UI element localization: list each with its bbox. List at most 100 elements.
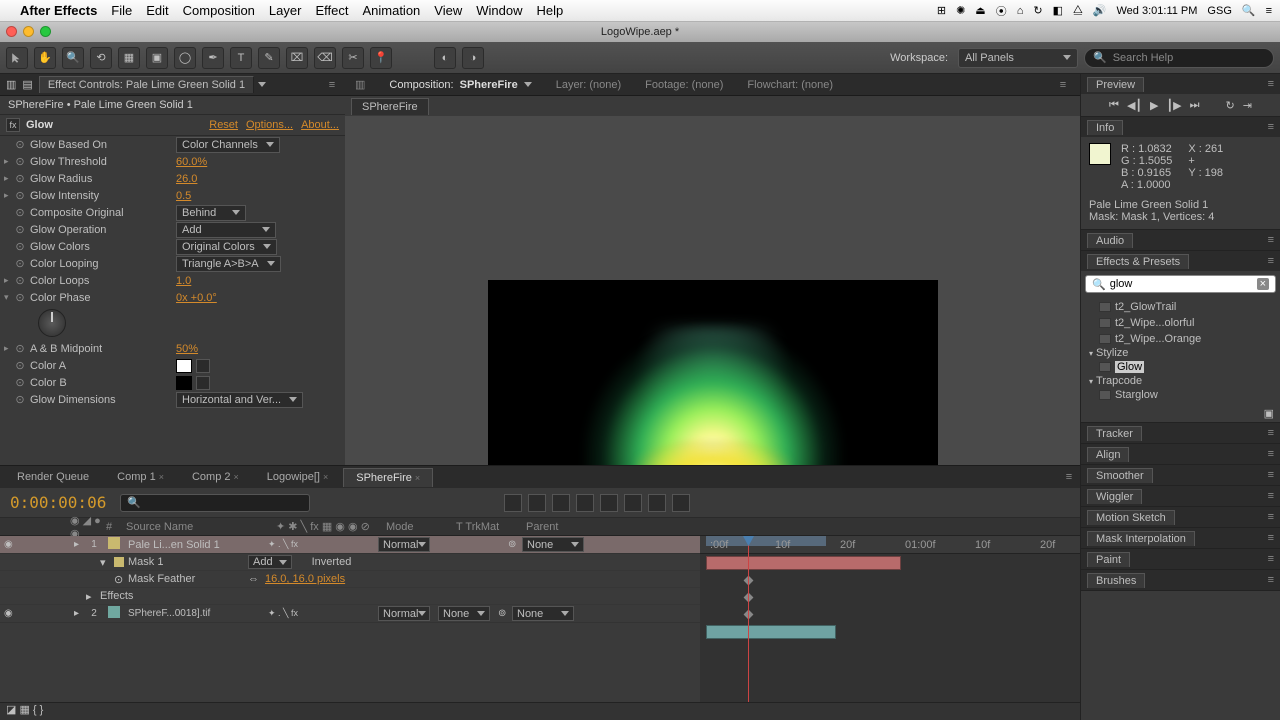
new-bin-icon[interactable]: ▣: [1264, 408, 1274, 420]
col-mode[interactable]: Mode: [386, 521, 456, 533]
ab-midpoint-value[interactable]: 50%: [176, 343, 198, 355]
layer-row[interactable]: ◉ ▸ 1 Pale Li...en Solid 1 ✦ . ╲ fx Norm…: [0, 536, 700, 554]
col-source[interactable]: Source Name: [126, 521, 276, 533]
timeline-button[interactable]: [600, 494, 618, 512]
effects-presets-tab[interactable]: Effects & Presets: [1087, 254, 1189, 269]
menubar-extra-icon[interactable]: ⌂: [1017, 5, 1024, 17]
panel-menu-icon[interactable]: ≡: [1268, 78, 1274, 90]
effect-item[interactable]: Glow: [1085, 359, 1276, 375]
menubar-extra-icon[interactable]: ⏏: [975, 4, 985, 17]
reset-link[interactable]: Reset: [209, 119, 238, 131]
chevron-down-icon[interactable]: [258, 82, 266, 87]
toolbar-toggle[interactable]: ◐: [434, 47, 456, 69]
project-icon[interactable]: ▥: [6, 78, 16, 91]
trkmat-dropdown[interactable]: None: [438, 606, 490, 621]
tab-spherefire[interactable]: SPhereFire×: [343, 468, 433, 487]
pan-behind-tool[interactable]: ▣: [146, 47, 168, 69]
menu-composition[interactable]: Composition: [183, 3, 255, 18]
motion-sketch-panel-tab[interactable]: Motion Sketch: [1087, 510, 1175, 525]
glow-radius-value[interactable]: 26.0: [176, 173, 197, 185]
brush-tool[interactable]: ✎: [258, 47, 280, 69]
effect-name[interactable]: Glow: [26, 119, 201, 131]
effect-category[interactable]: ▾Stylize: [1085, 347, 1276, 359]
shape-tool[interactable]: ◯: [174, 47, 196, 69]
menubar-list-icon[interactable]: ≡: [1266, 5, 1272, 17]
wiggler-panel-tab[interactable]: Wiggler: [1087, 489, 1142, 504]
type-tool[interactable]: T: [230, 47, 252, 69]
footage-tab[interactable]: Footage: (none): [645, 79, 723, 91]
phase-dial[interactable]: [38, 309, 66, 337]
prev-frame-button[interactable]: ◀┃: [1127, 99, 1142, 112]
menubar-user[interactable]: GSG: [1207, 5, 1231, 17]
next-frame-button[interactable]: ┃▶: [1167, 99, 1182, 112]
layer-name[interactable]: Pale Li...en Solid 1: [128, 539, 220, 551]
layer-color-swatch[interactable]: [108, 537, 120, 549]
panel-menu-icon[interactable]: ≡: [325, 79, 339, 91]
timeline-button[interactable]: [624, 494, 642, 512]
parent-dropdown[interactable]: None: [522, 537, 584, 552]
comp-icon[interactable]: ▥: [355, 78, 365, 91]
color-loops-value[interactable]: 1.0: [176, 275, 191, 287]
color-phase-value[interactable]: 0x +0.0°: [176, 292, 217, 304]
minimize-window-button[interactable]: [23, 26, 34, 37]
timeline-search[interactable]: 🔍: [120, 494, 310, 512]
zoom-tool[interactable]: 🔍: [62, 47, 84, 69]
layer-name[interactable]: SPhereF...0018].tif: [124, 608, 264, 619]
toolbar-toggle[interactable]: ◑: [462, 47, 484, 69]
layer-bar[interactable]: [706, 625, 836, 639]
menu-effect[interactable]: Effect: [315, 3, 348, 18]
timeline-button[interactable]: [552, 494, 570, 512]
color-a-swatch[interactable]: [176, 359, 192, 373]
paint-panel-tab[interactable]: Paint: [1087, 552, 1130, 567]
glow-colors-dropdown[interactable]: Original Colors: [176, 239, 277, 255]
glow-intensity-value[interactable]: 0.5: [176, 190, 191, 202]
about-link[interactable]: About...: [301, 119, 339, 131]
timeline-button[interactable]: [648, 494, 666, 512]
zoom-window-button[interactable]: [40, 26, 51, 37]
tab-comp1[interactable]: Comp 1×: [104, 467, 177, 487]
menubar-wifi-icon[interactable]: ⧋: [1073, 4, 1083, 17]
preset-item[interactable]: t2_GlowTrail: [1085, 299, 1276, 315]
blend-mode-dropdown[interactable]: Normal: [378, 537, 430, 552]
comp-icon[interactable]: ▤: [22, 78, 32, 91]
roto-tool[interactable]: ✂: [342, 47, 364, 69]
menu-edit[interactable]: Edit: [146, 3, 168, 18]
blend-mode-dropdown[interactable]: Normal: [378, 606, 430, 621]
eraser-tool[interactable]: ⌫: [314, 47, 336, 69]
col-parent[interactable]: Parent: [526, 521, 606, 533]
first-frame-button[interactable]: ⏮: [1109, 99, 1119, 112]
panel-menu-icon[interactable]: ≡: [1268, 255, 1274, 267]
tab-logowipe[interactable]: Logowipe[]×: [254, 467, 341, 487]
fx-toggle[interactable]: fx: [6, 118, 20, 132]
layer-row[interactable]: ◉ ▸ 2 SPhereF...0018].tif ✦ . ╲ fx Norma…: [0, 605, 700, 623]
effects-row[interactable]: ▸Effects: [0, 588, 700, 605]
workspace-dropdown[interactable]: All Panels: [958, 48, 1078, 68]
clear-search-icon[interactable]: ×: [1257, 278, 1269, 290]
menu-window[interactable]: Window: [476, 3, 522, 18]
last-frame-button[interactable]: ⏭: [1190, 99, 1200, 112]
selection-tool[interactable]: [6, 47, 28, 69]
smoother-panel-tab[interactable]: Smoother: [1087, 468, 1153, 483]
mask-mode-dropdown[interactable]: Add: [248, 555, 292, 569]
parent-dropdown[interactable]: None: [512, 606, 574, 621]
play-button[interactable]: ▶: [1150, 99, 1158, 112]
options-link[interactable]: Options...: [246, 119, 293, 131]
eyedropper-icon[interactable]: [196, 376, 210, 390]
glow-operation-dropdown[interactable]: Add: [176, 222, 276, 238]
camera-tool[interactable]: ▦: [118, 47, 140, 69]
panel-menu-icon[interactable]: ≡: [1268, 121, 1274, 133]
mask-row[interactable]: ▾ Mask 1 Add Inverted: [0, 554, 700, 571]
effect-item[interactable]: Starglow: [1085, 387, 1276, 403]
eyedropper-icon[interactable]: [196, 359, 210, 373]
menubar-extra-icon[interactable]: ◧: [1053, 4, 1063, 17]
hand-tool[interactable]: ✋: [34, 47, 56, 69]
toggle-switches-icon[interactable]: ◪ ▦ { }: [0, 702, 49, 718]
col-trkmat[interactable]: T TrkMat: [456, 521, 526, 533]
menu-help[interactable]: Help: [536, 3, 563, 18]
ram-preview-button[interactable]: ⇥: [1243, 99, 1252, 112]
clone-tool[interactable]: ⌧: [286, 47, 308, 69]
help-search-input[interactable]: 🔍 Search Help: [1084, 48, 1274, 68]
puppet-tool[interactable]: 📍: [370, 47, 392, 69]
menubar-volume-icon[interactable]: 🔊: [1093, 4, 1107, 17]
timeline-button[interactable]: [672, 494, 690, 512]
